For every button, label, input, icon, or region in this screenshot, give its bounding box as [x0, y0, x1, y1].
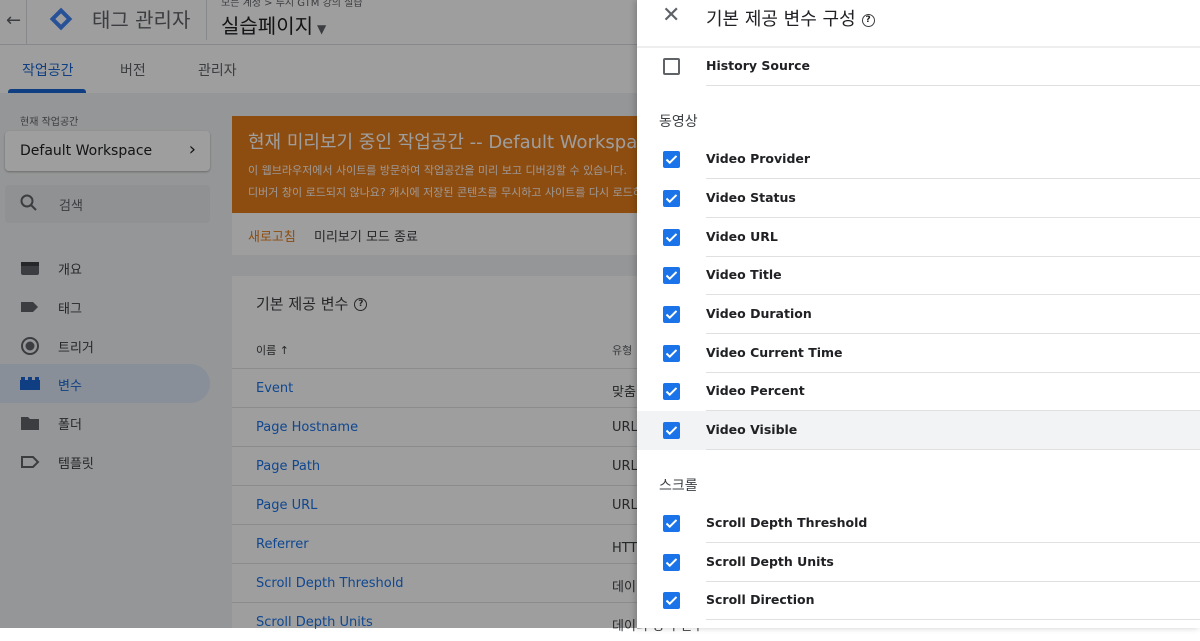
checkbox-checked[interactable] — [663, 554, 680, 571]
configure-builtin-variables-panel: ✕ 기본 제공 변수 구성? History Source 동영상 Video … — [637, 0, 1200, 628]
modal-overlay[interactable] — [0, 0, 637, 628]
checkbox-label: Video Duration — [706, 306, 812, 321]
panel-title-text: 기본 제공 변수 구성 — [706, 9, 856, 30]
close-icon[interactable]: ✕ — [662, 3, 680, 28]
divider — [706, 85, 1200, 86]
checkmark-icon — [665, 310, 678, 320]
checkbox-checked[interactable] — [663, 345, 680, 362]
checkmark-icon — [665, 233, 678, 243]
checkbox-row-video-url[interactable]: Video URL — [637, 218, 1200, 257]
checkbox-row-video-percent[interactable]: Video Percent — [637, 372, 1200, 411]
checkbox-checked[interactable] — [663, 306, 680, 323]
checkbox-row-video-current-time[interactable]: Video Current Time — [637, 334, 1200, 373]
checkbox-row-video-visible[interactable]: Video Visible — [637, 411, 1200, 450]
checkbox-row-scroll-depth-units[interactable]: Scroll Depth Units — [637, 543, 1200, 582]
checkbox-label: History Source — [706, 58, 810, 73]
checkbox-checked[interactable] — [663, 422, 680, 439]
checkbox-row-scroll-direction[interactable]: Scroll Direction — [637, 581, 1200, 620]
checkbox-checked[interactable] — [663, 515, 680, 532]
checkbox-label: Video Provider — [706, 151, 811, 166]
section-heading-video: 동영상 — [659, 114, 698, 130]
checkbox-label: Video Visible — [706, 422, 798, 437]
checkmark-icon — [665, 155, 678, 165]
checkmark-icon — [665, 558, 678, 568]
checkbox-row-video-provider[interactable]: Video Provider — [637, 140, 1200, 179]
section-heading-scroll: 스크롤 — [659, 478, 698, 494]
checkbox-checked[interactable] — [663, 190, 680, 207]
checkbox-checked[interactable] — [663, 267, 680, 284]
checkbox-checked[interactable] — [663, 592, 680, 609]
checkbox-label: Scroll Depth Threshold — [706, 515, 868, 530]
checkbox-label: Video URL — [706, 229, 778, 244]
checkmark-icon — [665, 426, 678, 436]
checkbox-label: Video Title — [706, 267, 782, 282]
checkmark-icon — [665, 271, 678, 281]
checkbox-label: Video Percent — [706, 383, 805, 398]
checkbox-unchecked[interactable] — [663, 58, 680, 75]
checkbox-checked[interactable] — [663, 383, 680, 400]
checkbox-label: Video Current Time — [706, 345, 843, 360]
panel-title: 기본 제공 변수 구성? — [706, 5, 875, 31]
checkmark-icon — [665, 596, 678, 606]
checkbox-label: Scroll Depth Units — [706, 554, 834, 569]
checkmark-icon — [665, 387, 678, 397]
divider — [706, 449, 1200, 450]
checkbox-row-scroll-depth-threshold[interactable]: Scroll Depth Threshold — [637, 504, 1200, 543]
help-icon[interactable]: ? — [861, 13, 875, 27]
divider — [706, 619, 1200, 620]
checkbox-checked[interactable] — [663, 151, 680, 168]
checkbox-label: Video Status — [706, 190, 796, 205]
checkmark-icon — [665, 194, 678, 204]
checkbox-label: Scroll Direction — [706, 592, 815, 607]
checkbox-row-history-source[interactable]: History Source — [637, 47, 1200, 86]
checkbox-row-video-title[interactable]: Video Title — [637, 256, 1200, 295]
checkbox-checked[interactable] — [663, 229, 680, 246]
checkmark-icon — [665, 519, 678, 529]
checkmark-icon — [665, 349, 678, 359]
checkbox-row-video-duration[interactable]: Video Duration — [637, 295, 1200, 334]
checkbox-row-video-status[interactable]: Video Status — [637, 179, 1200, 218]
